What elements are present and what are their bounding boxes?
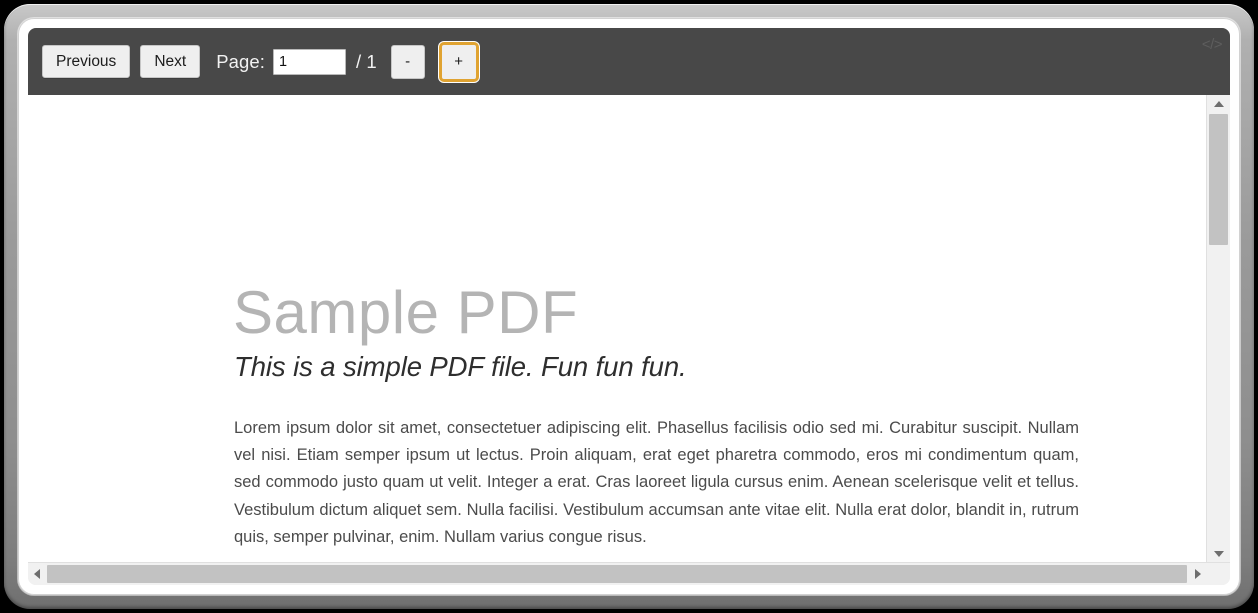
- triangle-down-icon: [1213, 550, 1224, 557]
- pdf-document-subtitle: This is a simple PDF file. Fun fun fun.: [234, 351, 687, 382]
- horizontal-scrollbar[interactable]: [28, 562, 1230, 585]
- triangle-up-icon: [1213, 100, 1224, 107]
- code-view-icon[interactable]: </>: [1202, 36, 1223, 53]
- horizontal-scrollbar-thumb[interactable]: [47, 565, 1187, 583]
- pdf-body-paragraph: Lorem ipsum dolor sit amet, consectetuer…: [234, 419, 1079, 546]
- triangle-left-icon: [33, 569, 40, 579]
- pdf-document-title: Sample PDF: [233, 279, 579, 346]
- scroll-down-arrow-icon[interactable]: [1207, 545, 1230, 562]
- zoom-out-button[interactable]: -: [390, 44, 425, 79]
- device-bezel: Previous Next Page: / 1 - + </> Sample P…: [4, 4, 1254, 609]
- device-inner-frame: Previous Next Page: / 1 - + </> Sample P…: [18, 18, 1240, 595]
- vertical-scrollbar[interactable]: [1206, 95, 1230, 562]
- zoom-in-button[interactable]: +: [438, 41, 479, 82]
- scroll-up-arrow-icon[interactable]: [1207, 95, 1230, 112]
- page-number-label: Page:: [216, 50, 266, 72]
- page-total-label: / 1: [356, 50, 377, 72]
- triangle-right-icon: [1194, 569, 1201, 579]
- scrollbar-corner: [1206, 563, 1230, 585]
- vertical-scrollbar-thumb[interactable]: [1209, 114, 1228, 245]
- scroll-right-arrow-icon[interactable]: [1189, 563, 1206, 585]
- pdf-scroll-area[interactable]: Sample PDF This is a simple PDF file. Fu…: [28, 95, 1206, 562]
- pdf-viewer-window: Previous Next Page: / 1 - + </> Sample P…: [28, 28, 1230, 585]
- next-page-button[interactable]: Next: [140, 44, 201, 79]
- previous-page-button[interactable]: Previous: [42, 44, 131, 79]
- page-number-input[interactable]: [273, 48, 347, 75]
- scroll-left-arrow-icon[interactable]: [28, 563, 45, 585]
- pdf-toolbar: Previous Next Page: / 1 - + </>: [28, 28, 1230, 95]
